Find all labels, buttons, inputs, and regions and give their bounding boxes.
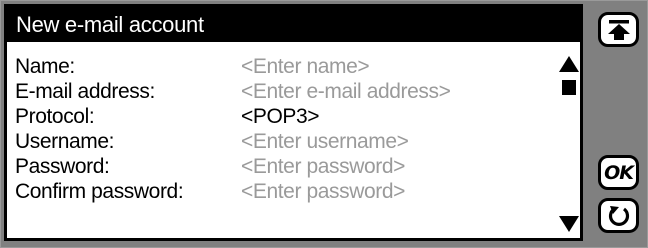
scroll-thumb[interactable] (562, 80, 576, 95)
name-label: Name: (15, 54, 75, 78)
back-button[interactable] (598, 198, 639, 233)
password-label: Password: (15, 154, 110, 178)
email-label: E-mail address: (15, 79, 155, 103)
confirm-password-field[interactable]: <Enter password> (241, 180, 405, 204)
confirm-password-label: Confirm password: (15, 179, 184, 203)
form-area: Name: <Enter name> E-mail address: <Ente… (7, 42, 580, 238)
scroll-to-top-button[interactable] (598, 12, 639, 47)
scroll-to-top-icon (607, 19, 630, 40)
field-row-email[interactable]: E-mail address: <Enter e-mail address> (15, 79, 560, 104)
protocol-field[interactable]: <POP3> (241, 105, 320, 129)
dialog-title: New e-mail account (7, 7, 580, 42)
new-email-account-dialog: New e-mail account Name: <Enter name> E-… (4, 4, 583, 241)
field-row-password[interactable]: Password: <Enter password> (15, 154, 560, 179)
name-field[interactable]: <Enter name> (241, 55, 370, 79)
scroll-up-arrow-icon[interactable] (559, 56, 579, 72)
back-arrow-icon (608, 205, 629, 226)
username-field[interactable]: <Enter username> (241, 130, 409, 154)
scrollbar[interactable] (558, 42, 580, 238)
scroll-down-arrow-icon[interactable] (559, 216, 579, 232)
ok-button[interactable]: OK (598, 155, 639, 190)
email-field[interactable]: <Enter e-mail address> (241, 80, 451, 104)
form-rows: Name: <Enter name> E-mail address: <Ente… (15, 54, 560, 204)
field-row-name[interactable]: Name: <Enter name> (15, 54, 560, 79)
protocol-label: Protocol: (15, 104, 95, 128)
username-label: Username: (15, 129, 115, 153)
field-row-protocol[interactable]: Protocol: <POP3> (15, 104, 560, 129)
password-field[interactable]: <Enter password> (241, 155, 405, 179)
field-row-confirm-password[interactable]: Confirm password: <Enter password> (15, 179, 560, 204)
field-row-username[interactable]: Username: <Enter username> (15, 129, 560, 154)
ok-label: OK (604, 161, 634, 184)
